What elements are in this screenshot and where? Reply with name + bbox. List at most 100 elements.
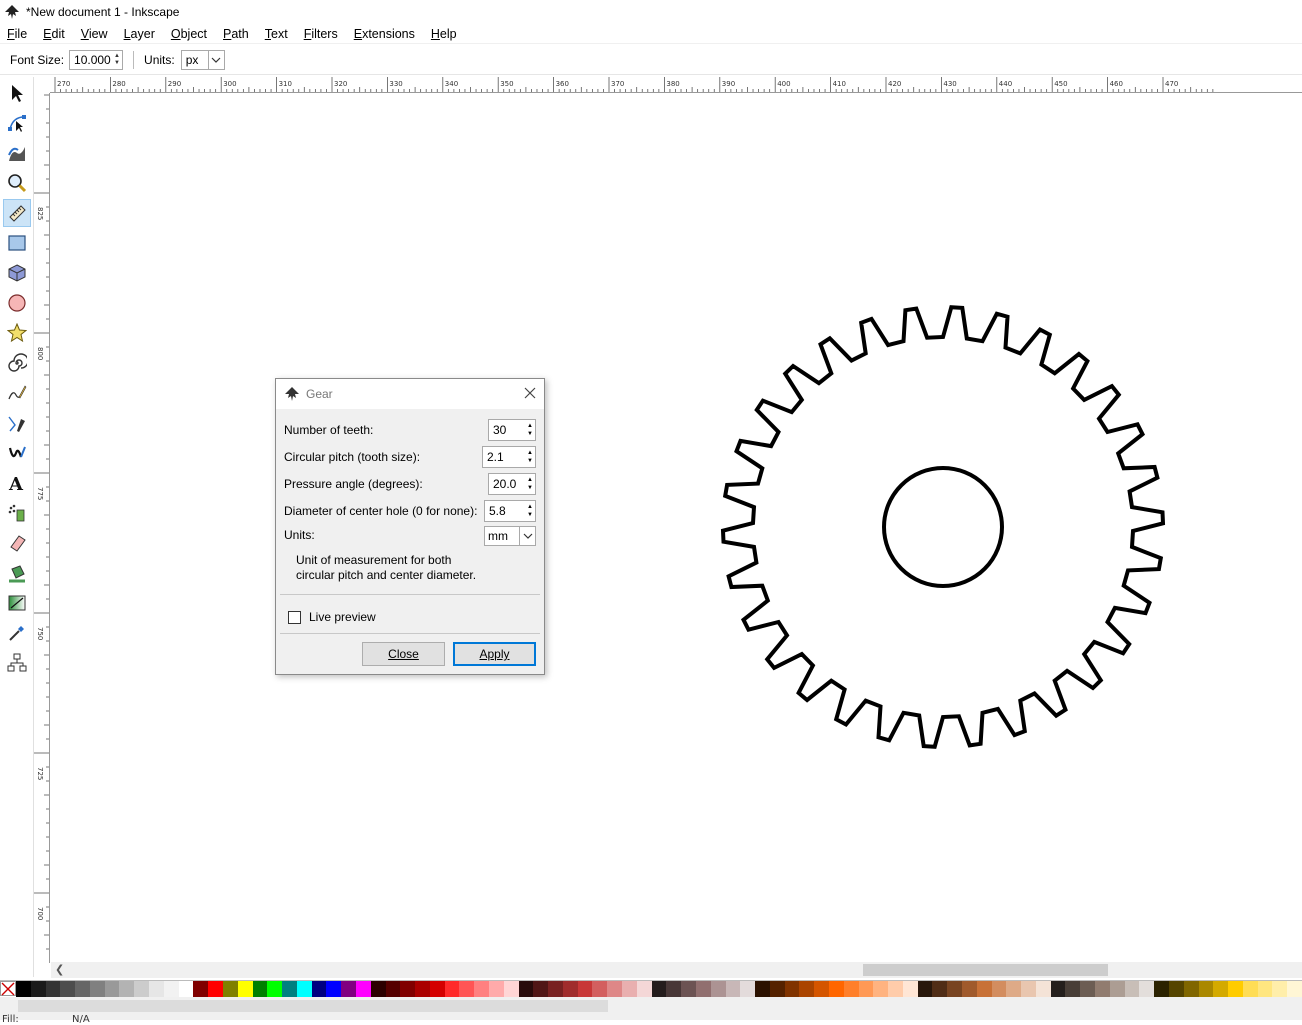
color-swatch[interactable] [858,981,874,997]
color-swatch[interactable] [267,981,283,997]
live-preview-checkbox-row[interactable]: Live preview [288,610,376,624]
color-swatch[interactable] [134,981,150,997]
pitch-spinner[interactable]: 2.1 ▲ ▼ [482,446,536,468]
color-swatch[interactable] [607,981,623,997]
color-swatch[interactable] [1168,981,1184,997]
color-swatch[interactable] [370,981,386,997]
color-swatch[interactable] [695,981,711,997]
calligraphy-tool[interactable] [3,439,31,467]
color-swatch[interactable] [873,981,889,997]
color-swatch[interactable] [415,981,430,997]
scroll-left-icon[interactable]: ❮ [55,963,64,976]
horizontal-scroll-thumb[interactable] [863,964,1108,976]
color-swatch[interactable] [622,981,637,997]
angle-value[interactable]: 20.0 [489,477,525,491]
color-swatch[interactable] [681,981,696,997]
color-swatch[interactable] [769,981,785,997]
chevron-down-icon[interactable] [207,50,224,69]
gear-shape[interactable] [720,305,1166,749]
color-swatch[interactable] [1139,981,1155,997]
menu-edit[interactable]: Edit [40,27,68,41]
color-swatch[interactable] [400,981,416,997]
color-swatch[interactable] [1228,981,1243,997]
menu-help[interactable]: Help [428,27,460,41]
selector-tool[interactable] [3,79,31,107]
node-editor-tool[interactable] [3,109,31,137]
horizontal-scrollbar[interactable]: ❮ [51,962,1302,978]
menu-view[interactable]: View [78,27,111,41]
color-swatch[interactable] [518,981,534,997]
no-paint-swatch[interactable] [0,981,16,996]
dialog-units-select[interactable]: mm [484,526,536,546]
color-swatch[interactable] [962,981,977,997]
gradient-tool[interactable] [3,589,31,617]
3d-box-tool[interactable] [3,259,31,287]
color-swatch[interactable] [1213,981,1229,997]
color-swatch[interactable] [1198,981,1214,997]
paint-bucket-tool[interactable] [3,559,31,587]
color-swatch[interactable] [991,981,1007,997]
rectangle-tool[interactable] [3,229,31,257]
color-swatch[interactable] [237,981,253,997]
color-swatch[interactable] [577,981,593,997]
live-preview-checkbox[interactable] [288,610,301,624]
color-swatch[interactable] [562,981,578,997]
color-swatch[interactable] [828,981,844,997]
color-swatch[interactable] [178,981,194,997]
drawing-canvas[interactable] [51,94,1302,962]
spinner-arrows-icon[interactable]: ▲ ▼ [525,447,535,467]
angle-spinner[interactable]: 20.0 ▲ ▼ [488,473,536,495]
color-swatch[interactable] [222,981,238,997]
color-swatch[interactable] [725,981,741,997]
color-swatch[interactable] [755,981,770,997]
menu-object[interactable]: Object [168,27,210,41]
chevron-down-icon[interactable] [519,527,535,545]
dialog-units-value[interactable]: mm [485,529,519,543]
color-swatch[interactable] [651,981,667,997]
dropper-tool[interactable] [3,619,31,647]
color-swatch[interactable] [429,981,445,997]
teeth-spinner[interactable]: 30 ▲ ▼ [488,419,536,441]
color-swatch[interactable] [16,981,31,997]
eraser-tool[interactable] [3,529,31,557]
text-tool[interactable]: A [3,469,31,497]
color-swatch[interactable] [917,981,933,997]
color-swatch[interactable] [1154,981,1169,997]
menu-text[interactable]: Text [262,27,291,41]
color-swatch[interactable] [740,981,756,997]
pen-tool[interactable] [3,409,31,437]
spinner-arrows-icon[interactable]: ▲ ▼ [525,420,535,440]
hole-value[interactable]: 5.8 [485,504,525,518]
color-swatch[interactable] [548,981,563,997]
color-swatch[interactable] [149,981,164,997]
spinner-arrows-icon[interactable]: ▲ ▼ [112,51,122,69]
tweak-tool[interactable] [3,139,31,167]
menu-layer[interactable]: Layer [121,27,158,41]
ellipse-tool[interactable] [3,289,31,317]
spinner-arrows-icon[interactable]: ▲ ▼ [525,474,535,494]
color-swatch[interactable] [1065,981,1081,997]
color-swatch[interactable] [163,981,179,997]
color-swatch[interactable] [1109,981,1125,997]
color-swatch[interactable] [1050,981,1066,997]
color-swatch[interactable] [666,981,682,997]
zoom-tool[interactable] [3,169,31,197]
units-select[interactable]: px [180,49,225,70]
color-swatch[interactable] [1095,981,1110,997]
color-swatch[interactable] [799,981,815,997]
color-swatch[interactable] [503,981,519,997]
menu-filters[interactable]: Filters [301,27,341,41]
color-swatch[interactable] [1183,981,1199,997]
star-tool[interactable] [3,319,31,347]
measure-tool[interactable] [3,199,31,227]
spray-tool[interactable] [3,499,31,527]
color-swatch[interactable] [1287,981,1302,997]
color-swatch[interactable] [444,981,460,997]
color-swatch[interactable] [932,981,948,997]
canvas-svg[interactable] [51,94,1302,962]
color-swatch[interactable] [341,981,356,997]
color-swatch[interactable] [459,981,475,997]
font-size-spinner[interactable]: 10.000 ▲ ▼ [69,49,124,70]
color-swatch[interactable] [784,981,800,997]
spinner-arrows-icon[interactable]: ▲ ▼ [525,501,535,521]
